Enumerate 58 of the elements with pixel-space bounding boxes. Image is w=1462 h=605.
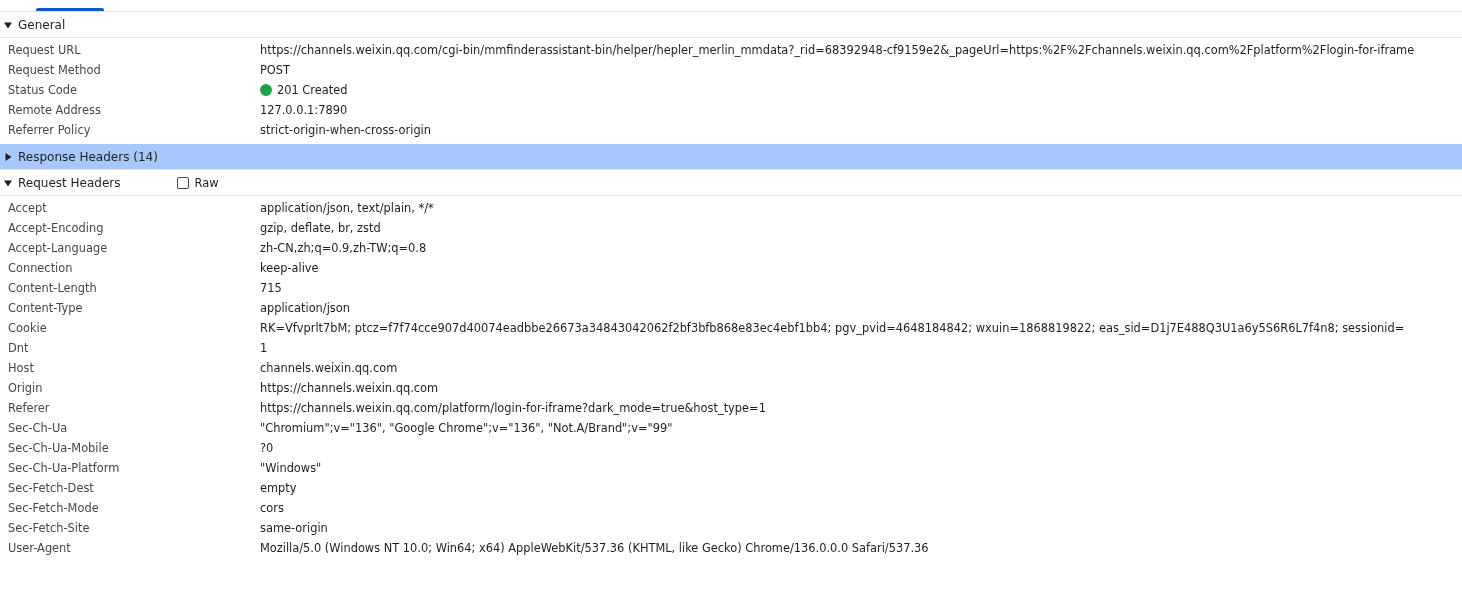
header-value: 1	[260, 341, 268, 355]
header-value: POST	[260, 63, 291, 77]
header-name: User-Agent	[7, 541, 72, 555]
header-value: 127.0.0.1:7890	[260, 103, 348, 117]
header-name: Request Method	[7, 63, 102, 77]
header-name: Cookie	[7, 321, 48, 335]
header-name: Status Code	[7, 83, 79, 97]
header-value: strict-origin-when-cross-origin	[260, 123, 431, 137]
header-value: application/json, text/plain, */*	[260, 201, 434, 215]
header-value: 201 Created	[277, 83, 348, 97]
header-name: Sec-Fetch-Dest	[7, 481, 95, 495]
header-name: Dnt	[7, 341, 30, 355]
section-title: Response Headers (14)	[18, 149, 158, 164]
header-value: 715	[260, 281, 282, 295]
header-value: "Windows"	[260, 461, 322, 475]
header-value: same-origin	[260, 521, 328, 535]
header-name: Sec-Ch-Ua	[7, 421, 69, 435]
header-name: Content-Type	[7, 301, 84, 315]
header-name: Remote Address	[7, 103, 102, 117]
header-name: Sec-Ch-Ua-Platform	[7, 461, 121, 475]
header-name: Content-Length	[7, 281, 98, 295]
header-value: gzip, deflate, br, zstd	[260, 221, 381, 235]
selected-tab-indicator	[36, 8, 104, 11]
collapsed-triangle-icon	[4, 152, 12, 161]
header-name: Request URL	[7, 43, 82, 57]
header-value: cors	[260, 501, 284, 515]
header-value: zh-CN,zh;q=0.9,zh-TW;q=0.8	[260, 241, 427, 255]
expanded-triangle-icon	[4, 20, 12, 29]
header-value: https://channels.weixin.qq.com	[260, 381, 439, 395]
header-value: application/json	[260, 301, 350, 315]
header-name: Accept-Language	[7, 241, 109, 255]
section-header[interactable]: Request Headers Raw	[0, 170, 1462, 196]
raw-label: Raw	[194, 175, 219, 190]
section-title: Request Headers	[18, 175, 121, 190]
header-name: Accept-Encoding	[7, 221, 105, 235]
section-title: General	[18, 17, 66, 32]
raw-checkbox[interactable]	[176, 176, 189, 189]
header-value: "Chromium";v="136", "Google Chrome";v="136", "Not.A/Brand";v="99"	[260, 421, 673, 435]
header-name: Referrer Policy	[7, 123, 92, 137]
section-header[interactable]: General	[0, 12, 1462, 38]
header-name: Connection	[7, 261, 74, 275]
header-value: keep-alive	[260, 261, 319, 275]
header-value: ?0	[260, 441, 274, 455]
header-value: https://channels.weixin.qq.com/platform/login-for-iframe?dark_mode=true&host_type=1	[260, 401, 766, 415]
header-name: Accept	[7, 201, 48, 215]
header-name: Sec-Fetch-Site	[7, 521, 91, 535]
header-name: Referer	[7, 401, 51, 415]
expanded-triangle-icon	[4, 178, 12, 187]
header-name: Host	[7, 361, 35, 375]
header-name: Sec-Ch-Ua-Mobile	[7, 441, 110, 455]
section-header[interactable]: Response Headers (14)	[0, 144, 1462, 170]
header-value: RK=Vfvprlt7bM; ptcz=f7f74cce907d40074eadbbe26673a34843042062f2bf3bfb868e83ec4ebf1bb4; pgv_pvid=4648184842; wxuin=1868819822; eas_sid=D1j7E488Q3U1a6y5S6R6L7f4n8; sessionid=	[260, 321, 1405, 335]
header-name: Origin	[7, 381, 44, 395]
header-value: channels.weixin.qq.com	[260, 361, 398, 375]
header-value: https://channels.weixin.qq.com/cgi-bin/mmfinderassistant-bin/helper/hepler_merlin_mmdata?_rid=68392948-cf9159e2&_pageUrl=https:%2F%2Fchannels.weixin.qq.com%2Fplatform%2Flogin-for-iframe	[260, 43, 1415, 57]
header-value: Mozilla/5.0 (Windows NT 10.0; Win64; x64) AppleWebKit/537.36 (KHTML, like Gecko) Chrome/136.0.0.0 Safari/537.36	[260, 541, 929, 555]
header-name: Sec-Fetch-Mode	[7, 501, 100, 515]
header-value: empty	[260, 481, 297, 495]
